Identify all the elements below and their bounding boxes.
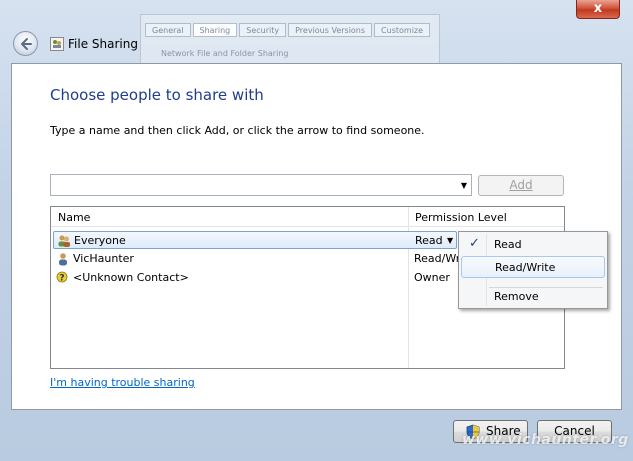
watermark: www.vichaunter.org: [462, 432, 629, 448]
menu-item-label: Remove: [494, 290, 539, 303]
window-title: File Sharing: [68, 37, 138, 51]
file-sharing-icon: [50, 37, 64, 51]
background-tab: Security: [239, 23, 287, 37]
permission-menu: ✓ Read Read/Write Remove: [458, 231, 608, 309]
menu-item-remove[interactable]: Remove: [461, 286, 605, 308]
group-users-icon: [57, 234, 71, 248]
list-row-everyone[interactable]: Everyone Read ▼: [53, 231, 457, 249]
dropdown-arrow-icon[interactable]: ▼: [461, 181, 467, 190]
permission-dropdown-icon[interactable]: ▼: [447, 236, 453, 245]
background-properties-dialog: General Sharing Security Previous Versio…: [140, 14, 440, 66]
row-permission[interactable]: Read/Wr: [414, 252, 461, 265]
row-name: VicHaunter: [73, 252, 134, 265]
back-button[interactable]: [13, 31, 38, 56]
page-title: Choose people to share with: [50, 86, 264, 104]
back-arrow-icon: [21, 38, 32, 50]
add-button[interactable]: Add: [478, 175, 564, 196]
user-icon: [56, 252, 70, 266]
column-header-permission[interactable]: Permission Level: [415, 211, 507, 224]
list-header: Name Permission Level: [51, 207, 564, 227]
close-button[interactable]: x: [576, 0, 620, 19]
list-row-unknown-contact[interactable]: ? <Unknown Contact> Owner: [53, 269, 457, 287]
background-tab: Customize: [374, 23, 431, 37]
background-tab: General: [145, 23, 191, 37]
menu-item-label: Read/Write: [495, 261, 556, 274]
unknown-contact-icon: ?: [56, 271, 70, 285]
background-dialog-text: Network File and Folder Sharing: [161, 49, 289, 58]
instruction-text: Type a name and then click Add, or click…: [50, 124, 425, 137]
background-tab: Sharing: [192, 23, 238, 37]
name-combobox[interactable]: ▼: [50, 174, 472, 196]
background-tabs: General Sharing Security Previous Versio…: [145, 23, 431, 37]
svg-text:?: ?: [59, 274, 64, 284]
menu-item-read[interactable]: ✓ Read: [461, 234, 605, 256]
window-frame: General Sharing Security Previous Versio…: [0, 0, 633, 461]
column-header-name[interactable]: Name: [58, 211, 90, 224]
row-name: <Unknown Contact>: [73, 271, 189, 284]
background-tab: Previous Versions: [288, 23, 373, 37]
menu-item-read-write[interactable]: Read/Write: [461, 256, 605, 278]
trouble-sharing-link[interactable]: I'm having trouble sharing: [50, 376, 195, 389]
row-permission: Owner: [414, 271, 450, 284]
checkmark-icon: ✓: [469, 236, 480, 251]
menu-item-label: Read: [494, 238, 522, 251]
list-row-vichaunter[interactable]: VicHaunter Read/Wr: [53, 250, 460, 268]
row-permission[interactable]: Read: [415, 234, 462, 247]
row-name: Everyone: [74, 234, 126, 247]
